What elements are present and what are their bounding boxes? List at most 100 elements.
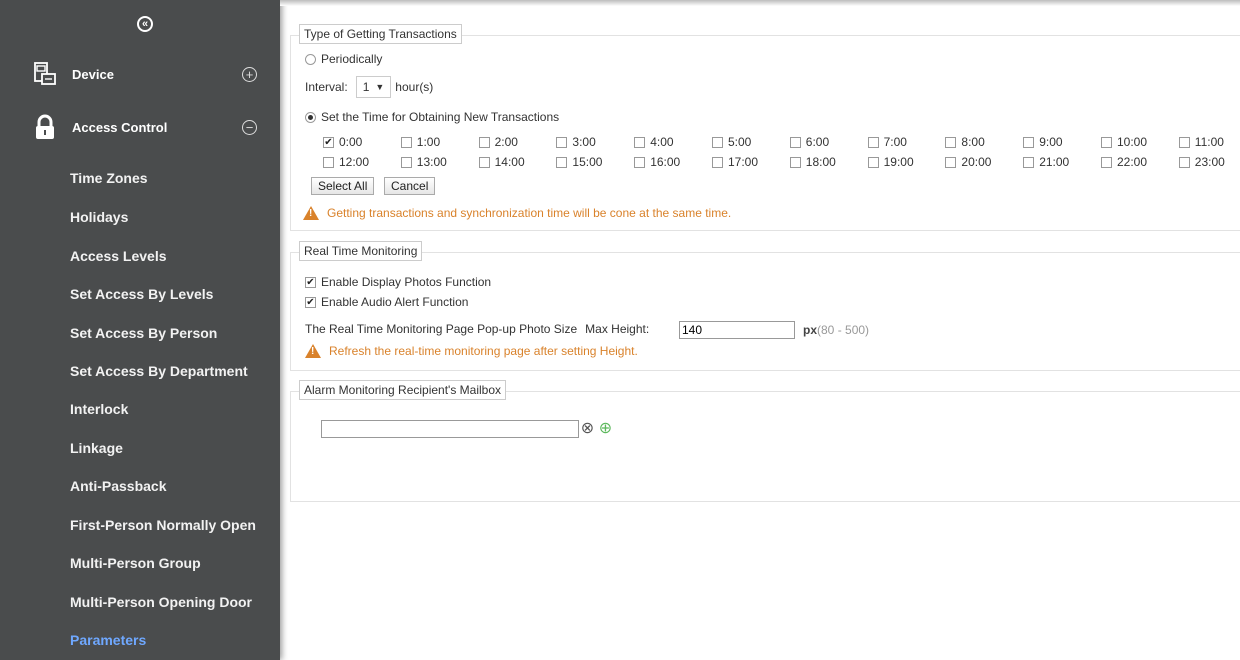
collapse-menu-icon[interactable]: « — [137, 16, 153, 32]
hour-checkbox[interactable] — [712, 156, 723, 168]
hour-checkbox[interactable] — [1178, 136, 1190, 148]
cancel-button[interactable]: Cancel — [384, 177, 436, 195]
email-field[interactable] — [321, 420, 579, 438]
hour-option[interactable]: 10:00 — [1101, 135, 1147, 149]
hour-option[interactable]: 5:00 — [712, 135, 751, 149]
sidebar-item-set-access-by-levels[interactable]: Set Access By Levels — [70, 286, 213, 302]
hour-checkbox[interactable] — [556, 156, 568, 168]
remove-email-icon[interactable]: ⊗ — [580, 420, 595, 436]
hour-option[interactable]: 7:00 — [867, 135, 907, 149]
hour-option[interactable]: 16:00 — [634, 155, 680, 169]
hour-checkbox[interactable] — [400, 156, 412, 168]
top-shadow — [280, 0, 1240, 6]
mailbox-legend: Alarm Monitoring Recipient's Mailbox — [299, 380, 507, 400]
module-device[interactable]: Device + — [0, 55, 280, 95]
add-email-icon[interactable]: ⊕ — [598, 420, 613, 436]
audio-alert-option[interactable]: ✔ Enable Audio Alert Function — [305, 295, 468, 309]
interval-value: 1 — [362, 80, 370, 94]
hour-checkbox[interactable]: ✔ — [323, 136, 334, 148]
hour-option[interactable]: 9:00 — [1023, 135, 1063, 149]
hour-option[interactable]: 18:00 — [789, 155, 836, 169]
hour-option[interactable]: 13:00 — [400, 155, 447, 169]
hour-label: 13:00 — [416, 155, 447, 169]
sidebar-item-parameters[interactable]: Parameters — [70, 632, 146, 648]
hour-checkbox[interactable] — [400, 136, 412, 148]
hour-checkbox[interactable] — [1101, 136, 1112, 148]
hour-label: 9:00 — [1039, 135, 1063, 149]
hour-checkbox[interactable] — [478, 136, 490, 148]
hour-checkbox[interactable] — [1023, 136, 1035, 148]
expand-icon[interactable]: + — [242, 67, 257, 82]
hour-checkbox[interactable] — [634, 136, 646, 148]
hour-checkbox[interactable] — [867, 156, 879, 168]
hour-option[interactable]: 1:00 — [400, 135, 441, 149]
periodically-option[interactable]: Periodically — [305, 52, 382, 66]
sidebar-item-set-access-by-department[interactable]: Set Access By Department — [70, 363, 248, 379]
hour-label: 7:00 — [883, 135, 907, 149]
transactions-warning: Getting transactions and synchronization… — [303, 206, 731, 220]
display-photos-option[interactable]: ✔ Enable Display Photos Function — [305, 275, 491, 289]
hour-option[interactable]: 4:00 — [634, 135, 674, 149]
periodically-label: Periodically — [321, 52, 383, 66]
sidebar-item-holidays[interactable]: Holidays — [70, 209, 128, 225]
hour-label: 18:00 — [805, 155, 836, 169]
hour-label: 21:00 — [1039, 155, 1070, 169]
sidebar-item-interlock[interactable]: Interlock — [70, 401, 128, 417]
hour-checkbox[interactable] — [945, 156, 957, 168]
select-all-button[interactable]: Select All — [311, 177, 375, 195]
hour-option[interactable]: 3:00 — [556, 135, 596, 149]
hour-label: 22:00 — [1117, 155, 1148, 169]
hour-option[interactable]: 12:00 — [323, 155, 369, 169]
audio-alert-checkbox[interactable]: ✔ — [305, 296, 316, 308]
collapse-icon[interactable]: − — [242, 120, 257, 135]
module-access-control[interactable]: Access Control − — [0, 108, 280, 148]
sidebar-item-set-access-by-person[interactable]: Set Access By Person — [70, 325, 217, 341]
sidebar-item-time-zones[interactable]: Time Zones — [70, 170, 148, 186]
transactions-legend: Type of Getting Transactions — [299, 24, 462, 44]
set-time-option[interactable]: Set the Time for Obtaining New Transacti… — [305, 110, 559, 124]
hour-option[interactable]: 23:00 — [1178, 155, 1225, 169]
hour-option[interactable]: 22:00 — [1101, 155, 1147, 169]
hour-option[interactable]: 21:00 — [1023, 155, 1069, 169]
hour-checkbox[interactable] — [789, 136, 801, 148]
sidebar-item-linkage[interactable]: Linkage — [70, 440, 123, 456]
hour-label: 2:00 — [494, 135, 518, 149]
hour-checkbox[interactable] — [323, 156, 334, 168]
monitoring-warning-text: Refresh the real-time monitoring page af… — [329, 344, 638, 358]
hour-option[interactable]: 11:00 — [1178, 135, 1224, 149]
hour-option[interactable]: 6:00 — [789, 135, 829, 149]
sidebar-item-access-levels[interactable]: Access Levels — [70, 248, 167, 264]
set-time-radio[interactable] — [305, 111, 316, 123]
sidebar-item-anti-passback[interactable]: Anti-Passback — [70, 478, 166, 494]
hour-checkbox[interactable] — [789, 156, 801, 168]
sidebar-item-first-person-normally-open[interactable]: First-Person Normally Open — [70, 517, 256, 533]
hour-checkbox[interactable] — [1178, 156, 1190, 168]
hour-checkbox[interactable] — [712, 136, 723, 148]
hour-option[interactable]: 19:00 — [867, 155, 914, 169]
display-photos-label: Enable Display Photos Function — [321, 275, 492, 289]
sidebar-item-multi-person-opening-door[interactable]: Multi-Person Opening Door — [70, 594, 252, 610]
hour-checkbox[interactable] — [867, 136, 879, 148]
hour-option[interactable]: 17:00 — [712, 155, 758, 169]
hour-checkbox[interactable] — [945, 136, 957, 148]
interval-select[interactable]: 1 ▼ — [355, 76, 392, 98]
display-photos-checkbox[interactable]: ✔ — [305, 276, 316, 288]
hour-label: 10:00 — [1117, 135, 1148, 149]
hour-option[interactable]: 20:00 — [945, 155, 991, 169]
hour-checkbox[interactable] — [1023, 156, 1035, 168]
hour-label: 1:00 — [416, 135, 441, 149]
hour-checkbox[interactable] — [1101, 156, 1112, 168]
hour-option[interactable]: 2:00 — [478, 135, 518, 149]
hour-option[interactable]: 15:00 — [556, 155, 602, 169]
hour-checkbox[interactable] — [478, 156, 490, 168]
hour-label: 15:00 — [572, 155, 603, 169]
hour-option[interactable]: 14:00 — [478, 155, 525, 169]
hour-option[interactable]: ✔ 0:00 — [323, 135, 362, 149]
periodically-radio[interactable] — [305, 53, 316, 65]
hour-option[interactable]: 8:00 — [945, 135, 985, 149]
max-height-input[interactable] — [679, 321, 795, 339]
lock-icon — [36, 114, 54, 139]
sidebar-item-multi-person-group[interactable]: Multi-Person Group — [70, 555, 201, 571]
hour-checkbox[interactable] — [556, 136, 568, 148]
hour-checkbox[interactable] — [634, 156, 646, 168]
